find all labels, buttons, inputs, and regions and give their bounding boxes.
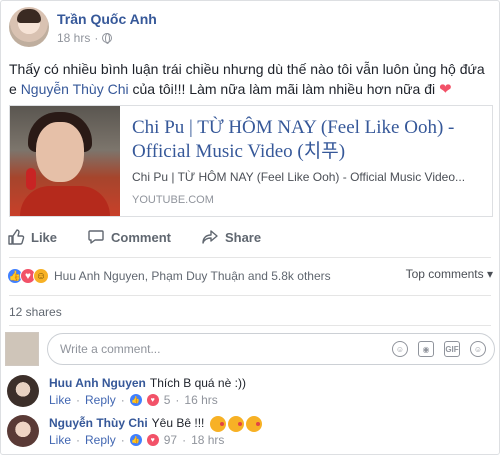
like-label: Like [31, 229, 58, 245]
love-reaction-icon: ♥ [146, 434, 159, 446]
separator-dot: · [120, 433, 125, 447]
love-reaction-icon: ♥ [146, 394, 159, 406]
share-label: Share [224, 229, 262, 245]
comment-reaction-count[interactable]: 97 [164, 433, 177, 447]
like-button[interactable]: Like [7, 228, 57, 246]
comment-time[interactable]: 16 hrs [184, 393, 217, 407]
shares-count[interactable]: 12 shares [9, 305, 62, 319]
separator-dot: · [76, 433, 81, 447]
globe-icon[interactable] [102, 33, 113, 44]
separator-dot: · [76, 393, 81, 407]
post-header: Trần Quốc Anh 18 hrs · [9, 7, 491, 51]
post-meta: 18 hrs · [57, 31, 113, 45]
facebook-post: Trần Quốc Anh 18 hrs · Thấy có nhiều bìn… [0, 0, 500, 455]
comment-line: Huu Anh Nguyen Thích B quá nè :)) [49, 375, 246, 391]
link-title[interactable]: Chi Pu | TỪ HÔM NAY (Feel Like Ooh) - Of… [132, 116, 480, 164]
heart-icon: ❤ [439, 81, 452, 98]
thumbnail-earring [26, 168, 36, 190]
like-reaction-icon: 👍 [129, 394, 142, 406]
share-button[interactable]: Share [201, 228, 261, 246]
thumbs-up-icon [8, 229, 25, 245]
post-time[interactable]: 18 hrs [57, 31, 90, 45]
separator-dot: · [94, 31, 99, 45]
sticker-icon[interactable]: ☺ [470, 341, 486, 357]
comment-item: Nguyễn Thùy Chi Yêu Bê !!! Like · Reply ·… [7, 415, 495, 451]
haha-reaction-icon: ☺ [33, 268, 49, 284]
separator-dot: · [120, 393, 125, 407]
kiss-emoji-icon [209, 415, 226, 432]
post-text-after: của tôi!!! Làm nữa làm mãi làm nhiều hơn… [128, 81, 440, 97]
comment-item: Huu Anh Nguyen Thích B quá nè :)) Like · … [7, 375, 495, 411]
divider [9, 325, 491, 326]
comment-label: Comment [111, 229, 171, 245]
gif-icon[interactable]: GIF [444, 341, 460, 357]
comment-like-link[interactable]: Like [49, 393, 71, 407]
camera-icon[interactable]: ◉ [418, 341, 434, 357]
comment-line: Nguyễn Thùy Chi Yêu Bê !!! [49, 415, 262, 432]
author-name[interactable]: Trần Quốc Anh [57, 11, 157, 27]
like-reaction-icon: 👍 [129, 434, 142, 446]
comment-reply-link[interactable]: Reply [85, 393, 116, 407]
post-actions: Like Comment Share [1, 223, 499, 251]
comment-placeholder: Write a comment... [60, 342, 161, 356]
divider [9, 257, 491, 258]
kiss-emoji-icon [227, 415, 244, 432]
link-preview-card[interactable]: Chi Pu | TỪ HÔM NAY (Feel Like Ooh) - Of… [9, 105, 493, 217]
author-avatar[interactable] [9, 7, 49, 47]
commenter-name[interactable]: Nguyễn Thùy Chi [49, 416, 148, 430]
commenter-avatar[interactable] [7, 415, 39, 447]
comment-like-link[interactable]: Like [49, 433, 71, 447]
divider [9, 295, 491, 296]
comment-meta: Like · Reply · 👍 ♥ 97 · 18 hrs [49, 433, 224, 447]
comment-reply-link[interactable]: Reply [85, 433, 116, 447]
comment-reaction-count[interactable]: 5 [164, 393, 171, 407]
comment-button[interactable]: Comment [87, 228, 171, 246]
comment-composer: Write a comment... ☺ ◉ GIF ☺ [5, 331, 495, 367]
separator-dot: · [182, 433, 187, 447]
top-comments-dropdown[interactable]: Top comments ▾ [406, 267, 493, 281]
comment-meta: Like · Reply · 👍 ♥ 5 · 16 hrs [49, 393, 218, 407]
kiss-emoji-icon [245, 415, 262, 432]
emoji-icon[interactable]: ☺ [392, 341, 408, 357]
commenter-name[interactable]: Huu Anh Nguyen [49, 376, 146, 390]
comment-text: Yêu Bê !!! [151, 416, 205, 430]
post-text: Thấy có nhiều bình luận trái chiều nhưng… [9, 59, 493, 100]
link-card-body[interactable]: Chi Pu | TỪ HÔM NAY (Feel Like Ooh) - Of… [120, 106, 492, 216]
mention-link[interactable]: Nguyễn Thùy Chi [21, 81, 129, 97]
comment-time[interactable]: 18 hrs [191, 433, 224, 447]
comment-text: Thích B quá nè :)) [149, 376, 246, 390]
comment-input[interactable]: Write a comment... ☺ ◉ GIF ☺ [47, 333, 495, 365]
commenter-avatar[interactable] [7, 375, 39, 407]
video-thumbnail[interactable] [10, 106, 120, 216]
share-icon [202, 230, 218, 244]
link-description: Chi Pu | TỪ HÔM NAY (Feel Like Ooh) - Of… [132, 170, 466, 184]
thumbnail-dress [20, 186, 110, 216]
reaction-names[interactable]: Huu Anh Nguyen, Phạm Duy Thuận and 5.8k … [54, 269, 331, 283]
thumbnail-face [36, 122, 84, 182]
viewer-avatar [5, 332, 39, 366]
composer-icons: ☺ ◉ GIF ☺ [392, 341, 486, 357]
comment-icon [88, 230, 104, 244]
separator-dot: · [175, 393, 180, 407]
link-domain: YOUTUBE.COM [132, 194, 214, 206]
